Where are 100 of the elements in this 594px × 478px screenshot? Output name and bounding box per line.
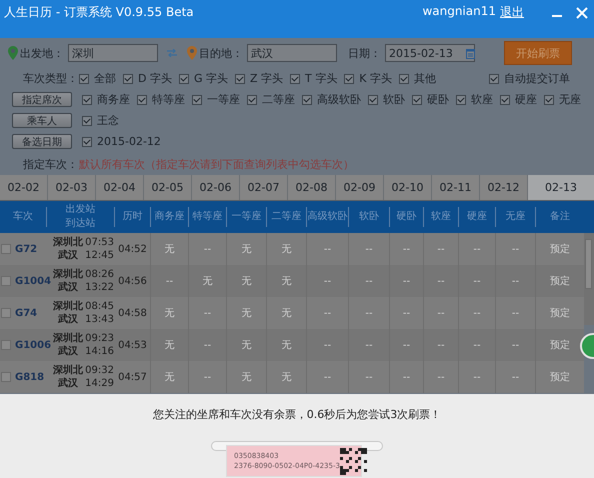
- date-tab[interactable]: 02-07: [240, 175, 288, 200]
- scrollbar-thumb[interactable]: [585, 239, 592, 289]
- origin-field[interactable]: 深圳: [68, 44, 158, 62]
- checkbox[interactable]: [1, 372, 11, 382]
- qr-code-icon: [340, 448, 367, 474]
- checkbox[interactable]: [1, 276, 11, 286]
- checkbox[interactable]: [456, 94, 466, 104]
- location-pin-icon: [187, 46, 197, 60]
- checkbox[interactable]: [489, 74, 499, 84]
- column-header: 硬卧: [390, 207, 424, 227]
- checkbox[interactable]: [235, 74, 245, 84]
- time-text: 13:22: [85, 281, 114, 294]
- checkbox[interactable]: [500, 94, 510, 104]
- station-name: 武汉: [58, 281, 78, 294]
- checkbox[interactable]: [412, 94, 422, 104]
- book-link[interactable]: 预定: [550, 242, 570, 256]
- checkbox-label: 硬卧: [427, 92, 449, 107]
- date-tab[interactable]: 02-11: [432, 175, 480, 200]
- logout-link[interactable]: 退出: [500, 4, 524, 21]
- table-cell: --: [402, 308, 410, 318]
- alternate-date-button[interactable]: 备选日期: [12, 134, 72, 149]
- checkbox[interactable]: [82, 94, 92, 104]
- date-field[interactable]: 2015-02-13: [385, 44, 475, 62]
- minimize-icon: [552, 15, 562, 17]
- duration-text: 04:52: [118, 244, 147, 254]
- station-name: 武汉: [58, 377, 78, 390]
- close-icon: [576, 7, 588, 19]
- book-link[interactable]: 预定: [550, 274, 570, 288]
- table-cell: --: [324, 372, 332, 382]
- book-link[interactable]: 预定: [550, 306, 570, 320]
- date-tab[interactable]: 02-12: [480, 175, 528, 200]
- table-cell: --: [166, 276, 174, 286]
- seat-class-button[interactable]: 指定席次: [12, 92, 72, 107]
- passenger-button[interactable]: 乘车人: [12, 113, 72, 128]
- table-cell-text: 无: [242, 307, 252, 320]
- swap-icon: [167, 49, 177, 57]
- train-number[interactable]: G72: [15, 244, 38, 254]
- train-number[interactable]: G1006: [15, 340, 52, 350]
- checkbox[interactable]: [290, 74, 300, 84]
- book-link[interactable]: 预定: [550, 370, 570, 384]
- checkbox[interactable]: [368, 94, 378, 104]
- checkbox[interactable]: [1, 308, 11, 318]
- checkbox-label: T 字头: [305, 71, 338, 86]
- train-number[interactable]: G74: [15, 308, 38, 318]
- table-cell: --: [512, 276, 520, 286]
- table-cell-text: 无: [164, 243, 174, 256]
- window-title: 人生日历 - 订票系统 V0.9.55 Beta: [4, 4, 194, 21]
- date-tab[interactable]: 02-02: [0, 175, 48, 200]
- time-text: 09:32: [85, 364, 114, 377]
- date-tab[interactable]: 02-03: [48, 175, 96, 200]
- checkbox-label: G 字头: [194, 71, 228, 86]
- date-tab[interactable]: 02-05: [144, 175, 192, 200]
- table-cell-text: 无: [282, 307, 292, 320]
- date-tab[interactable]: 02-13: [528, 175, 594, 200]
- checkbox[interactable]: [79, 74, 89, 84]
- train-number[interactable]: G1004: [15, 276, 52, 286]
- date-tab[interactable]: 02-10: [384, 175, 432, 200]
- date-tab[interactable]: 02-04: [96, 175, 144, 200]
- time-text: 09:23: [85, 332, 114, 345]
- checkbox[interactable]: [178, 74, 189, 84]
- checkbox[interactable]: [247, 94, 257, 104]
- table-cell-text: 无: [164, 371, 174, 384]
- user-name: wangnian11: [422, 4, 496, 18]
- scrollbar[interactable]: [584, 233, 594, 325]
- checkbox[interactable]: [82, 136, 92, 146]
- date-tab[interactable]: 02-06: [192, 175, 240, 200]
- time-text: 08:26: [85, 268, 114, 281]
- table-cell: --: [365, 276, 373, 286]
- date-tab[interactable]: 02-08: [288, 175, 336, 200]
- checkbox[interactable]: [344, 74, 354, 84]
- date-tab[interactable]: 02-09: [336, 175, 384, 200]
- table-cell: --: [512, 244, 520, 254]
- table-cell: --: [324, 244, 332, 254]
- column-header: 车次: [0, 207, 47, 227]
- checkbox[interactable]: [192, 94, 202, 104]
- time-text: 07:53: [85, 236, 114, 249]
- field-label: 指定车次：: [23, 156, 79, 172]
- checkbox-label: 商务座: [97, 92, 130, 107]
- time-text: 12:45: [85, 249, 114, 262]
- table-cell-text: 无: [282, 243, 292, 256]
- table-cell: --: [473, 276, 481, 286]
- train-number[interactable]: G818: [15, 372, 44, 382]
- time-text: 08:45: [85, 300, 114, 313]
- checkbox[interactable]: [137, 94, 147, 104]
- table-cell: --: [204, 340, 212, 350]
- station-name: 深圳北: [53, 268, 83, 281]
- destination-field[interactable]: 武汉: [247, 44, 337, 62]
- table-cell: --: [473, 372, 481, 382]
- checkbox[interactable]: [123, 74, 133, 84]
- train-filter-text: 默认所有车次（指定车次请到下面查询列表中勾选车次）: [79, 156, 354, 172]
- checkbox[interactable]: [82, 116, 92, 126]
- checkbox[interactable]: [302, 94, 312, 104]
- checkbox-label: D 字头: [138, 71, 172, 86]
- checkbox[interactable]: [398, 74, 409, 84]
- book-link[interactable]: 预定: [550, 338, 570, 352]
- checkbox[interactable]: [544, 94, 554, 104]
- checkbox[interactable]: [1, 340, 11, 350]
- checkbox-label: 全部: [94, 71, 116, 86]
- checkbox[interactable]: [1, 244, 11, 254]
- table-cell: --: [204, 308, 212, 318]
